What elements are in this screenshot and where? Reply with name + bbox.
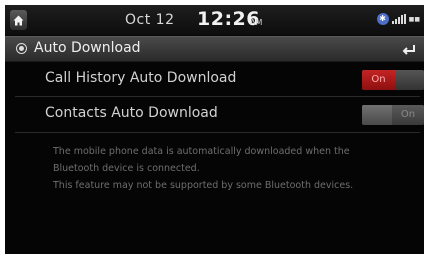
row-divider — [15, 132, 420, 133]
signal-icon — [391, 14, 406, 24]
status-icons: ✱ ■■ — [376, 13, 420, 25]
home-button[interactable] — [10, 10, 27, 30]
head-unit-screen: Oct 12 12:26 AM ✱ ■■ Auto Download Call … — [5, 5, 424, 254]
page-title: Auto Download — [34, 40, 141, 56]
row-divider — [15, 96, 420, 97]
clock-ampm: AM — [250, 18, 263, 27]
description-line: The mobile phone data is automatically d… — [53, 146, 350, 157]
date-text: Oct 12 — [125, 12, 175, 28]
title-bar: Auto Download — [5, 36, 424, 62]
setting-row-contacts[interactable]: Contacts Auto Download On — [5, 98, 424, 131]
toggle-knob — [362, 105, 392, 125]
back-arrow-icon — [402, 45, 415, 55]
description-line: This feature may not be supported by som… — [53, 180, 354, 191]
toggle-knob — [395, 70, 424, 90]
home-icon — [13, 15, 24, 25]
toggle-on-label: On — [392, 105, 424, 125]
setting-label: Contacts Auto Download — [45, 105, 218, 121]
setting-label: Call History Auto Download — [45, 70, 237, 86]
bluetooth-phone-icon: ✱ — [376, 13, 389, 25]
radio-target-icon — [16, 43, 27, 54]
status-bar: Oct 12 12:26 AM ✱ ■■ — [5, 5, 424, 35]
setting-row-call-history[interactable]: Call History Auto Download On — [5, 63, 424, 96]
toggle-on-label: On — [362, 70, 395, 90]
contacts-toggle[interactable]: On — [362, 105, 424, 125]
network-icon: ■■ — [408, 15, 420, 23]
call-history-toggle[interactable]: On — [362, 70, 424, 90]
description-line: Bluetooth device is connected. — [53, 163, 200, 174]
back-button[interactable] — [397, 40, 421, 58]
